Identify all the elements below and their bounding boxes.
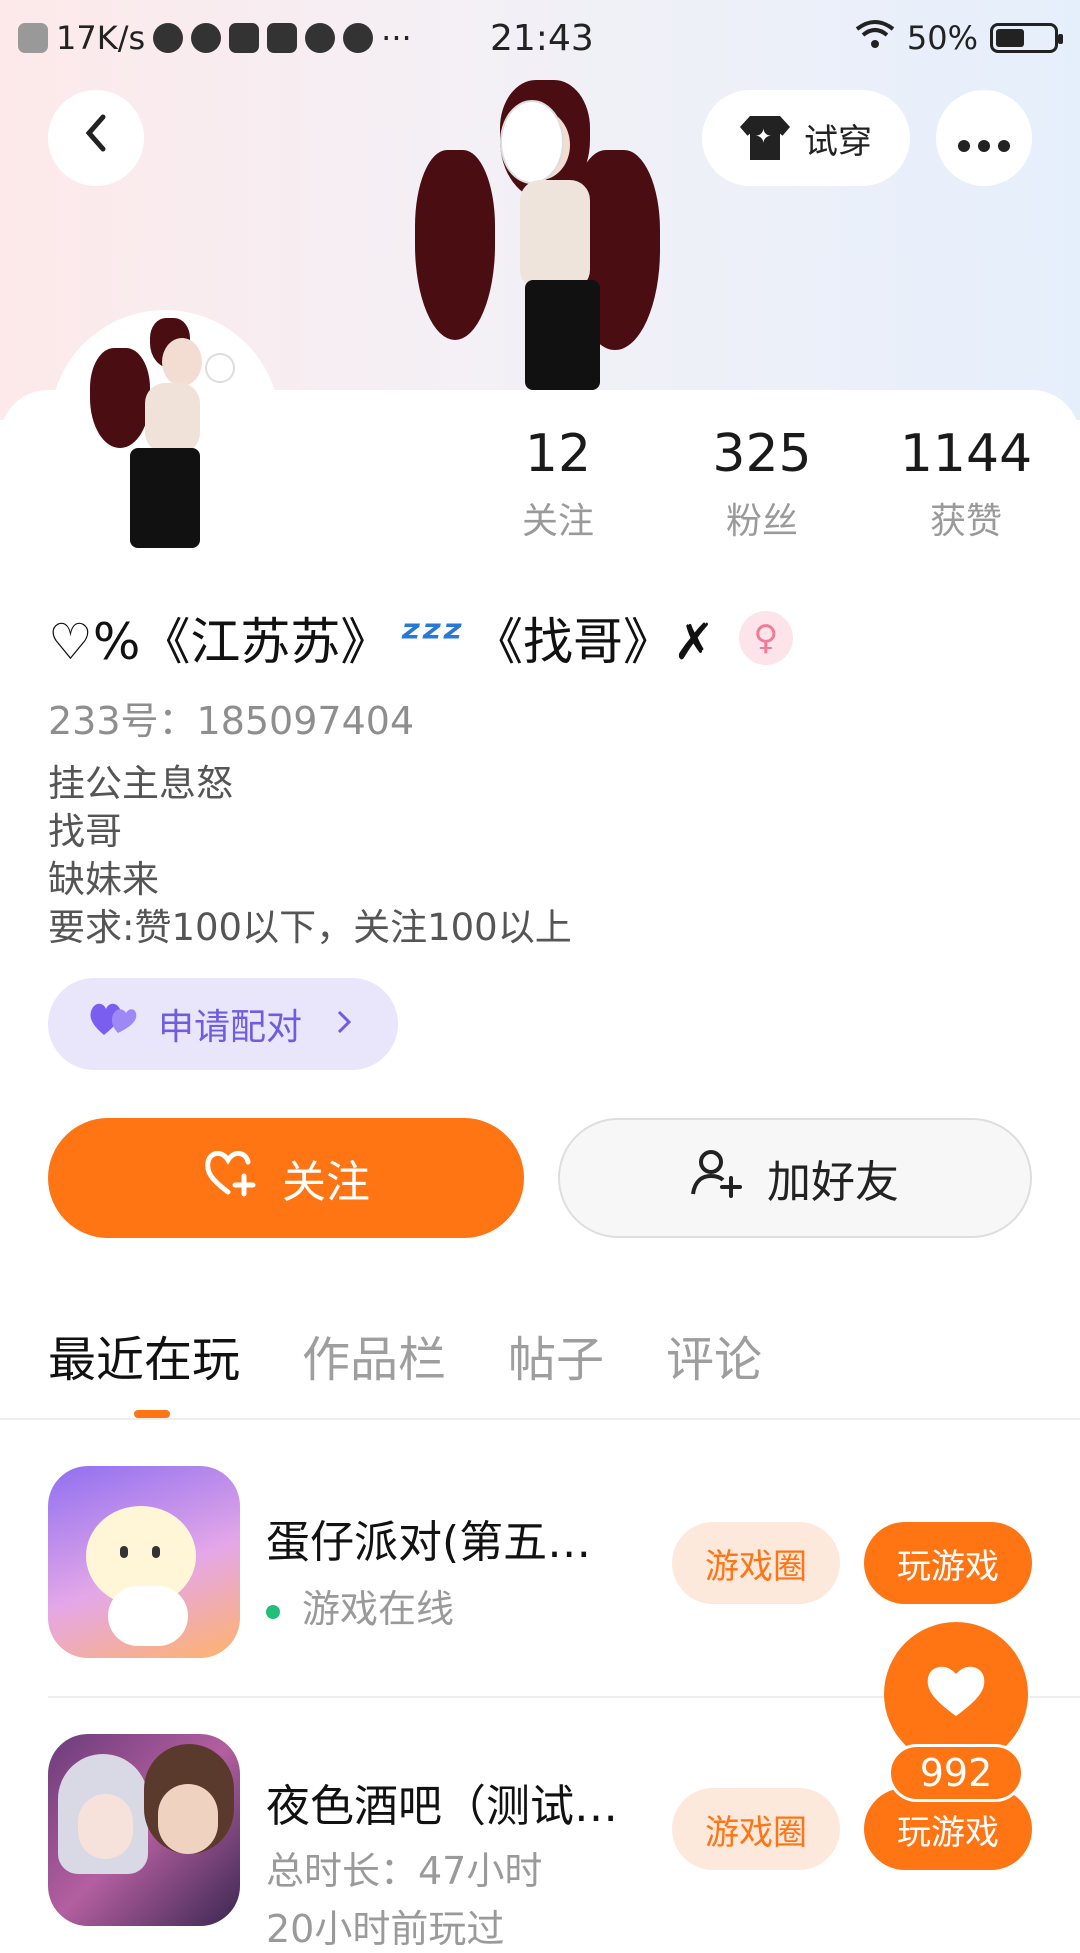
avatar-3d-figure <box>400 70 680 390</box>
sleep-emoji: ᶻᶻᶻ <box>400 609 463 667</box>
tab-indicator <box>134 1410 170 1418</box>
bio-line: 要求:赞100以下，关注100以上 <box>48 906 572 949</box>
add-friend-button[interactable]: 加好友 <box>558 1118 1032 1238</box>
tab-recent[interactable]: 最近在玩 <box>48 1320 240 1390</box>
play-game-button[interactable]: 玩游戏 <box>864 1522 1032 1604</box>
heart-icon <box>924 1653 988 1735</box>
request-pair-label: 申请配对 <box>158 1007 303 1048</box>
back-button[interactable] <box>48 90 144 186</box>
game-circle-button[interactable]: 游戏圈 <box>672 1788 840 1870</box>
stat-following[interactable]: 12 关注 <box>458 424 658 544</box>
game-circle-button[interactable]: 游戏圈 <box>672 1522 840 1604</box>
nickname: ♡%《江苏苏》 ᶻᶻᶻ 《找哥》✗ ♀ <box>48 602 793 674</box>
heart-plus-icon <box>202 1148 258 1209</box>
planet-icon <box>191 23 222 53</box>
stat-label: 关注 <box>521 501 594 542</box>
notification-icon <box>18 23 48 53</box>
music-icon <box>343 23 374 53</box>
status-bar: 17K/s ··· 21:43 50% <box>0 0 1080 76</box>
ellipsis-icon <box>956 113 1012 164</box>
bio-line: 找哥 <box>48 810 122 853</box>
stat-likes[interactable]: 1144 获赞 <box>866 424 1066 544</box>
online-status: 游戏在线 <box>266 1578 454 1633</box>
follow-button[interactable]: 关注 <box>48 1118 524 1238</box>
try-on-button[interactable]: 试穿 <box>702 90 910 186</box>
stat-label: 粉丝 <box>725 501 798 542</box>
bio: 挂公主息怒 找哥 缺妹来 要求:赞100以下，关注100以上 <box>48 760 572 952</box>
game-title: 蛋仔派对(第五… <box>266 1517 592 1568</box>
nickname-part: 《找哥》✗ <box>472 613 715 671</box>
online-status-label: 游戏在线 <box>302 1587 455 1631</box>
status-right: 50% <box>855 19 1063 57</box>
like-count: 992 <box>888 1744 1024 1802</box>
stat-value: 12 <box>524 424 592 484</box>
nickname-part: ♡%《江苏苏》 <box>48 613 391 671</box>
battery-icon <box>990 23 1063 53</box>
avatar[interactable] <box>80 318 240 548</box>
follow-label: 关注 <box>282 1157 370 1208</box>
list-item[interactable]: 蛋仔派对(第五… 游戏在线 游戏圈 玩游戏 <box>48 1466 1048 1658</box>
divider <box>0 1418 1080 1420</box>
cloud-icon <box>153 23 184 53</box>
shirt-icon <box>740 116 790 160</box>
wifi-icon <box>855 19 895 57</box>
add-user-icon <box>691 1148 743 1209</box>
tab-works[interactable]: 作品栏 <box>302 1320 446 1390</box>
request-pair-button[interactable]: 申请配对 <box>48 978 398 1070</box>
user-id[interactable]: 233号：185097404 <box>48 690 414 745</box>
game-icon[interactable] <box>48 1734 240 1926</box>
content-tabs: 最近在玩 作品栏 帖子 评论 <box>48 1320 762 1390</box>
tab-posts[interactable]: 帖子 <box>508 1320 604 1390</box>
female-icon: ♀ <box>738 611 793 665</box>
chevron-right-icon <box>336 1005 352 1043</box>
online-dot <box>266 1604 280 1619</box>
network-speed: 17K/s <box>56 19 146 57</box>
stat-label: 获赞 <box>929 501 1002 542</box>
stat-followers[interactable]: 325 粉丝 <box>662 424 862 544</box>
status-left: 17K/s ··· <box>18 19 412 57</box>
clock: 21:43 <box>490 17 594 59</box>
more-button[interactable] <box>936 90 1032 186</box>
last-played: 20小时前玩过 <box>266 1907 505 1951</box>
app-icon <box>267 23 298 53</box>
try-on-label: 试穿 <box>804 121 872 162</box>
game-icon[interactable] <box>48 1466 240 1658</box>
game-title: 夜色酒吧（测试… <box>266 1781 618 1832</box>
chevron-left-icon <box>81 113 111 164</box>
tab-comments[interactable]: 评论 <box>666 1320 762 1390</box>
battery-percent: 50% <box>906 19 978 57</box>
bio-line: 挂公主息怒 <box>48 762 233 805</box>
total-playtime: 总时长：47小时 <box>266 1849 543 1893</box>
more-notifications: ··· <box>381 19 412 57</box>
video-icon <box>229 23 260 53</box>
add-friend-label: 加好友 <box>767 1157 899 1208</box>
stat-value: 1144 <box>899 424 1033 484</box>
bio-line: 缺妹来 <box>48 858 159 901</box>
stat-value: 325 <box>712 424 812 484</box>
double-heart-icon <box>88 999 138 1049</box>
play-icon <box>305 23 336 53</box>
